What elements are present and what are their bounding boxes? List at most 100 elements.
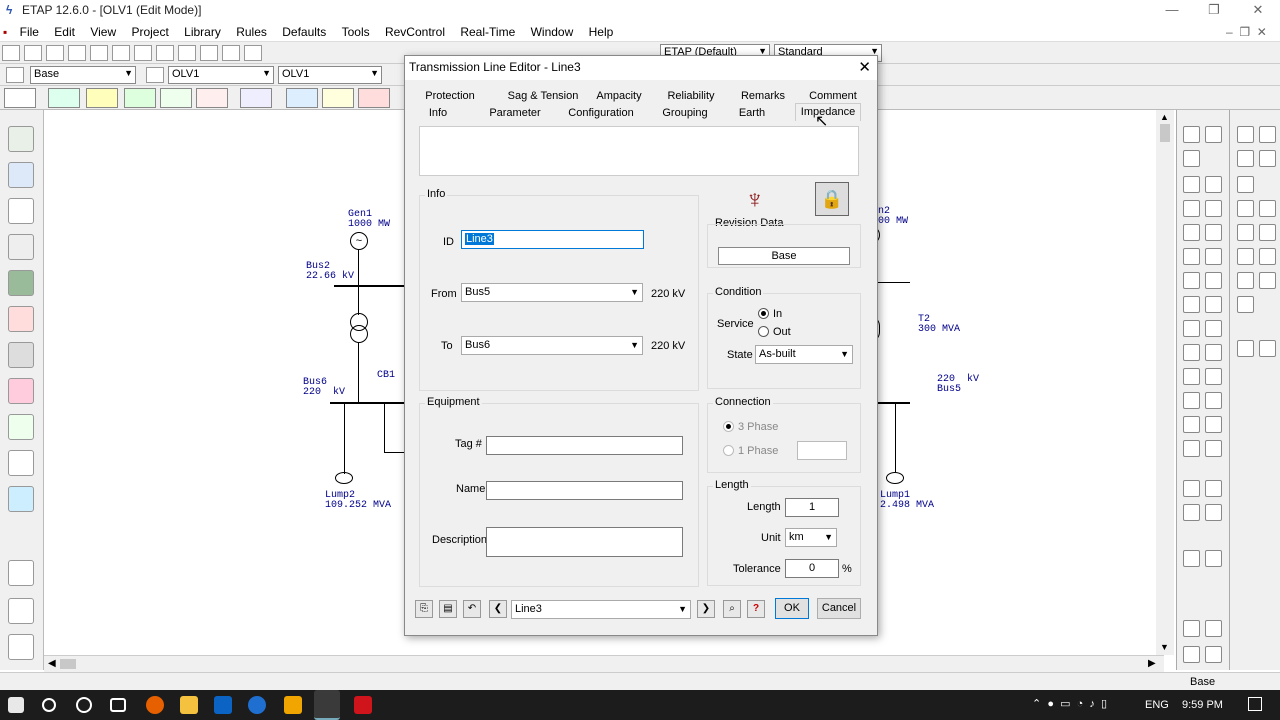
base-combo[interactable]: Base ▼ bbox=[30, 66, 136, 84]
search-icon[interactable] bbox=[42, 698, 56, 712]
presentation-icon[interactable] bbox=[6, 67, 24, 83]
ct-icon[interactable] bbox=[1183, 416, 1200, 433]
task-view-icon[interactable] bbox=[110, 698, 126, 712]
transformer3w-icon[interactable] bbox=[1205, 176, 1222, 193]
olv-combo[interactable]: OLV1 ▼ bbox=[168, 66, 274, 84]
menu-realtime[interactable]: Real-Time bbox=[454, 22, 521, 42]
next-icon[interactable]: ❯ bbox=[697, 600, 715, 618]
previous-icon[interactable]: ❮ bbox=[489, 600, 507, 618]
tab-earth[interactable]: Earth bbox=[729, 105, 775, 121]
service-out-radio[interactable] bbox=[758, 326, 769, 337]
close-button[interactable]: ✕ bbox=[1236, 0, 1280, 22]
tline-icon[interactable] bbox=[1205, 224, 1222, 241]
load-flow-icon[interactable] bbox=[48, 88, 80, 108]
zoom-out-icon[interactable] bbox=[222, 45, 240, 61]
paint-icon[interactable] bbox=[284, 696, 302, 714]
windows-start-icon[interactable] bbox=[8, 697, 24, 713]
tab-sag-tension[interactable]: Sag & Tension bbox=[503, 88, 583, 104]
olv-config-combo[interactable]: OLV1 ▼ bbox=[278, 66, 382, 84]
menu-library[interactable]: Library bbox=[178, 22, 227, 42]
dynamic-icon[interactable] bbox=[8, 342, 34, 368]
app-icon[interactable] bbox=[248, 696, 266, 714]
panel-icon[interactable] bbox=[8, 234, 34, 260]
ok-button[interactable]: OK bbox=[775, 598, 809, 619]
capacitor-icon[interactable] bbox=[1183, 368, 1200, 385]
transient-icon[interactable] bbox=[196, 88, 228, 108]
etap-taskbar-icon[interactable] bbox=[314, 690, 340, 720]
network-icon[interactable] bbox=[8, 162, 34, 188]
notifications-icon[interactable] bbox=[1248, 697, 1262, 711]
charger-icon[interactable] bbox=[1205, 550, 1222, 567]
tolerance-field[interactable]: 0 bbox=[785, 559, 839, 578]
reliability-icon[interactable] bbox=[286, 88, 318, 108]
minimize-button[interactable]: — bbox=[1150, 0, 1194, 22]
zoom-in-icon[interactable] bbox=[200, 45, 218, 61]
description-field[interactable] bbox=[486, 527, 683, 557]
inverter-icon[interactable] bbox=[1183, 550, 1200, 567]
find-icon[interactable]: ⌕ bbox=[723, 600, 741, 618]
from-bus-select[interactable]: Bus5 ▼ bbox=[461, 283, 643, 302]
scroll-right-icon[interactable]: ▶ bbox=[1148, 658, 1156, 669]
to-bus-select[interactable]: Bus6 ▼ bbox=[461, 336, 643, 355]
load-icon[interactable] bbox=[1183, 344, 1200, 361]
cancel-button[interactable]: Cancel bbox=[817, 598, 861, 619]
copy-icon[interactable] bbox=[134, 45, 152, 61]
tab-reliability[interactable]: Reliability bbox=[661, 88, 721, 104]
pan-icon[interactable] bbox=[178, 45, 196, 61]
lump-load1-icon[interactable] bbox=[886, 472, 904, 484]
tab-grouping[interactable]: Grouping bbox=[657, 105, 713, 121]
ground-grid-icon[interactable] bbox=[8, 270, 34, 296]
project-tree-icon[interactable] bbox=[8, 126, 34, 152]
dc-elementary-icon[interactable] bbox=[1259, 248, 1276, 265]
paste-icon[interactable] bbox=[156, 45, 174, 61]
sync-motor-icon[interactable] bbox=[1205, 320, 1222, 337]
dc-bus-icon[interactable] bbox=[1237, 126, 1254, 143]
lump-palette-icon[interactable] bbox=[1205, 344, 1222, 361]
bus5[interactable] bbox=[878, 402, 910, 404]
vfd-icon[interactable] bbox=[1205, 646, 1222, 663]
file-explorer-icon[interactable] bbox=[180, 696, 198, 714]
outlook-icon[interactable] bbox=[214, 696, 232, 714]
motor-start-icon[interactable] bbox=[124, 88, 156, 108]
tab-comment[interactable]: Comment bbox=[803, 88, 863, 104]
pt-icon[interactable] bbox=[1205, 416, 1222, 433]
horizontal-scrollbar[interactable]: ◀ ▶ bbox=[44, 655, 1164, 672]
wind-icon[interactable] bbox=[1183, 296, 1200, 313]
scroll-down-icon[interactable]: ▼ bbox=[1160, 642, 1169, 652]
cable-icon[interactable] bbox=[1205, 200, 1222, 217]
menu-help[interactable]: Help bbox=[583, 22, 620, 42]
cortana-icon[interactable] bbox=[76, 697, 92, 713]
mov-icon[interactable] bbox=[1205, 392, 1222, 409]
service-in-radio[interactable] bbox=[758, 308, 769, 319]
filter-icon[interactable] bbox=[1205, 368, 1222, 385]
switch-icon[interactable] bbox=[1183, 504, 1200, 521]
dc-pointer-icon[interactable] bbox=[1237, 340, 1254, 357]
edit-mode-icon[interactable] bbox=[4, 88, 36, 108]
meter-icon[interactable] bbox=[1183, 440, 1200, 457]
bus2[interactable] bbox=[334, 285, 404, 287]
lump-load-icon[interactable] bbox=[335, 472, 353, 484]
dc-fuse-icon[interactable] bbox=[1259, 150, 1276, 167]
line-icon[interactable] bbox=[1183, 224, 1200, 241]
dc-bus-palette-icon[interactable] bbox=[1259, 340, 1276, 357]
generator-palette-icon[interactable] bbox=[1205, 272, 1222, 289]
control-icon[interactable] bbox=[8, 414, 34, 440]
fuse-icon[interactable] bbox=[1205, 248, 1222, 265]
lv-breaker-icon[interactable] bbox=[1205, 480, 1222, 497]
menu-tools[interactable]: Tools bbox=[336, 22, 376, 42]
dc-load-icon[interactable] bbox=[1259, 200, 1276, 217]
gis-icon[interactable] bbox=[8, 378, 34, 404]
recycle-bin-icon[interactable] bbox=[8, 486, 34, 512]
element-select[interactable]: Line3 ▼ bbox=[511, 600, 691, 619]
zoom-fit-icon[interactable] bbox=[244, 45, 262, 61]
lock-icon[interactable]: 🔒 bbox=[815, 182, 849, 216]
tray-icons[interactable]: ⌃ ● ▭ ◔ ♪ ▯ bbox=[1032, 697, 1107, 710]
ground-icon[interactable] bbox=[1183, 392, 1200, 409]
dc-switch-icon[interactable] bbox=[1259, 272, 1276, 289]
scroll-up-icon[interactable]: ▲ bbox=[1160, 112, 1169, 122]
length-field[interactable]: 1 bbox=[785, 498, 839, 517]
open-icon[interactable] bbox=[24, 45, 42, 61]
hscroll-thumb[interactable] bbox=[60, 659, 76, 669]
dc-breaker-icon[interactable] bbox=[1237, 272, 1254, 289]
tab-parameter[interactable]: Parameter bbox=[485, 105, 545, 121]
